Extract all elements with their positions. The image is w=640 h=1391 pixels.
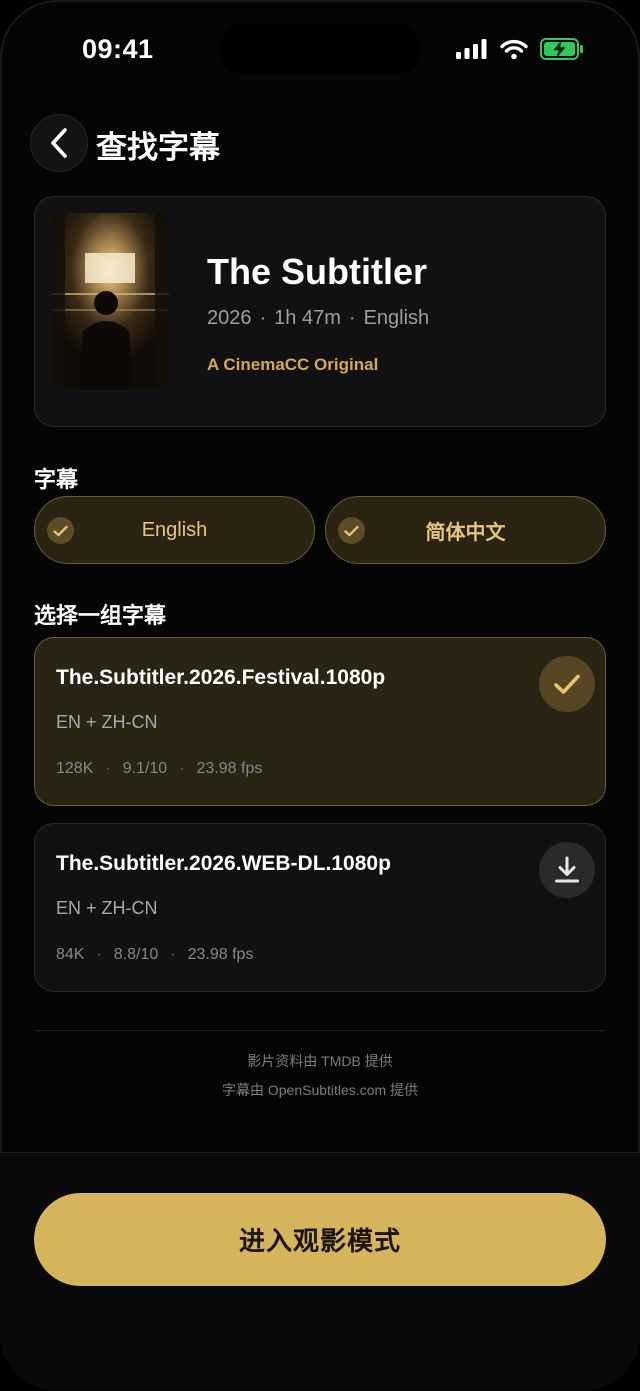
divider: [34, 1030, 606, 1031]
release-downloads: 128K: [56, 760, 94, 777]
phone-screen: 09:41 查找字幕 The Subtitler 2026 · 1h 47m ·…: [0, 0, 640, 1391]
download-button[interactable]: [539, 842, 595, 898]
movie-title: The Subtitler: [207, 251, 428, 292]
check-icon: [338, 517, 365, 544]
enter-viewing-mode-button[interactable]: 进入观影模式: [34, 1193, 606, 1286]
release-languages: EN + ZH-CN: [56, 898, 158, 918]
check-icon: [554, 674, 580, 694]
stat-separator: ·: [179, 760, 185, 777]
release-card-webdl[interactable]: The.Subtitler.2026.WEB-DL.1080p EN + ZH-…: [34, 823, 606, 992]
stat-separator: ·: [96, 946, 102, 963]
release-stats: 84K · 8.8/10 · 23.98 fps: [56, 946, 253, 964]
tmdb-credit: 影片资料由 TMDB 提供: [247, 1053, 393, 1069]
meta-separator: ·: [259, 307, 267, 329]
movie-language: English: [363, 307, 430, 329]
chevron-left-icon: [51, 128, 67, 158]
movie-poster: [51, 213, 169, 389]
releases-section-label: 选择一组字幕: [34, 603, 167, 628]
release-card-festival[interactable]: The.Subtitler.2026.Festival.1080p EN + Z…: [34, 637, 606, 806]
check-icon: [47, 517, 74, 544]
stat-separator: ·: [105, 760, 111, 777]
selected-check-button[interactable]: [539, 656, 595, 712]
opensubtitles-credit: 字幕由 OpenSubtitles.com 提供: [221, 1082, 419, 1098]
language-chip-english[interactable]: English: [34, 496, 315, 564]
wifi-icon: [500, 39, 528, 59]
release-rating: 8.8/10: [113, 946, 159, 963]
release-downloads: 84K: [56, 946, 85, 963]
language-chip-label: 简体中文: [425, 521, 506, 544]
release-languages: EN + ZH-CN: [56, 712, 158, 732]
language-chip-label: English: [141, 518, 208, 541]
signal-icon: [456, 39, 487, 59]
movie-meta: 2026 · 1h 47m · English: [207, 307, 429, 330]
page-title: 查找字幕: [96, 130, 220, 165]
movie-duration: 1h 47m: [274, 307, 341, 329]
movie-year: 2026: [207, 307, 252, 329]
battery-charging-icon: [540, 38, 583, 60]
movie-tag: A CinemaCC Original: [207, 355, 379, 374]
release-fps: 23.98 fps: [187, 946, 254, 963]
stat-separator: ·: [170, 946, 176, 963]
back-button[interactable]: [30, 114, 88, 172]
subtitles-section-label: 字幕: [34, 467, 79, 492]
download-icon: [555, 856, 579, 883]
movie-card: The Subtitler 2026 · 1h 47m · English A Cine…: [34, 196, 606, 427]
status-icons: [456, 38, 584, 60]
meta-separator: ·: [348, 307, 356, 329]
release-name: The.Subtitler.2026.WEB-DL.1080p: [56, 852, 391, 875]
release-stats: 128K · 9.1/10 · 23.98 fps: [56, 760, 262, 778]
release-fps: 23.98 fps: [196, 760, 263, 777]
status-time: 09:41: [82, 34, 154, 64]
status-bar: 09:41: [0, 0, 640, 100]
release-name: The.Subtitler.2026.Festival.1080p: [56, 666, 386, 689]
dynamic-island: [220, 24, 420, 74]
release-rating: 9.1/10: [122, 760, 168, 777]
language-chip-chinese[interactable]: 简体中文: [325, 496, 606, 564]
